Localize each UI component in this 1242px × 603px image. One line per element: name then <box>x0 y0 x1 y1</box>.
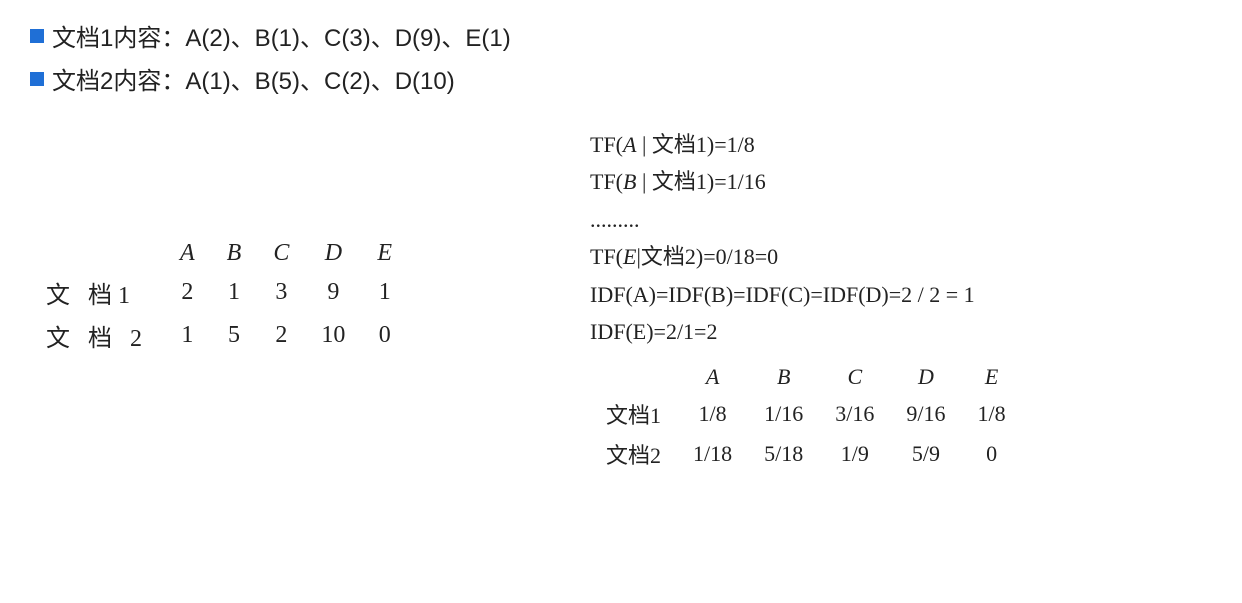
table-row: 文档1 1/8 1/16 3/16 9/16 1/8 <box>590 394 1022 434</box>
col-header: A <box>164 236 211 271</box>
value: 0/18=0 <box>716 244 779 269</box>
value: 1/16 <box>727 169 766 194</box>
col-header: E <box>962 360 1022 394</box>
cell: 10 <box>305 314 361 357</box>
row-label: 文档1 <box>590 394 677 434</box>
col-header: C <box>819 360 890 394</box>
cell: 9/16 <box>890 394 961 434</box>
row-label: 文 档1 <box>30 271 164 314</box>
square-bullet-icon <box>30 29 44 43</box>
bullet-line-doc1: 文档1内容：A(2)、B(1)、C(3)、D(9)、E(1) <box>30 18 1212 53</box>
bullet-line-doc2: 文档2内容：A(1)、B(5)、C(2)、D(10) <box>30 61 1212 96</box>
var-A: A <box>623 132 636 157</box>
cell: 1/8 <box>962 394 1022 434</box>
text: TF( <box>590 169 623 194</box>
cell: 1/18 <box>677 434 748 474</box>
col-header: D <box>890 360 961 394</box>
cell: 9 <box>305 271 361 314</box>
cell: 0 <box>361 314 408 357</box>
cell: 1 <box>164 314 211 357</box>
cell: 1 <box>211 271 258 314</box>
cell: 1/16 <box>748 394 819 434</box>
cell: 0 <box>962 434 1022 474</box>
var-E: E <box>623 244 636 269</box>
ellipsis: ......... <box>590 201 1212 238</box>
tfidf-table: A B C D E 文档1 1/8 1/16 3/16 9/16 1/8 文档2… <box>590 360 1022 474</box>
cell: 3/16 <box>819 394 890 434</box>
cell: 1/8 <box>677 394 748 434</box>
doc2-label: 文档2 <box>641 244 696 269</box>
square-bullet-icon <box>30 72 44 86</box>
text: )= <box>707 132 727 157</box>
doc1-label: 文档1 <box>652 169 707 194</box>
text: )= <box>696 244 716 269</box>
row-label: 文档2 <box>590 434 677 474</box>
right-column: TF(A | 文档1)=1/8 TF(B | 文档1)=1/16 .......… <box>550 126 1212 474</box>
text: TF( <box>590 244 623 269</box>
left-column: A B C D E 文 档1 2 1 3 9 1 文 档 2 1 5 2 10 … <box>30 126 550 474</box>
col-header: B <box>748 360 819 394</box>
idf-abcd: IDF(A)=IDF(B)=IDF(C)=IDF(D)=2 / 2 = 1 <box>590 276 1212 313</box>
col-header: C <box>257 236 305 271</box>
table-row: 文档2 1/18 5/18 1/9 5/9 0 <box>590 434 1022 474</box>
main-content: A B C D E 文 档1 2 1 3 9 1 文 档 2 1 5 2 10 … <box>30 126 1212 474</box>
cell: 2 <box>164 271 211 314</box>
col-header: B <box>211 236 258 271</box>
table-row: 文 档 2 1 5 2 10 0 <box>30 314 408 357</box>
doc2-content-text: 文档2内容：A(1)、B(5)、C(2)、D(10) <box>52 61 455 96</box>
tf-e-doc2: TF(E|文档2)=0/18=0 <box>590 238 1212 275</box>
table-row: A B C D E <box>590 360 1022 394</box>
cell: 2 <box>257 314 305 357</box>
var-B: B <box>623 169 636 194</box>
row-label: 文 档 2 <box>30 314 164 357</box>
col-header: E <box>361 236 408 271</box>
table-row: A B C D E <box>30 236 408 271</box>
cell: 3 <box>257 271 305 314</box>
col-header: A <box>677 360 748 394</box>
count-table: A B C D E 文 档1 2 1 3 9 1 文 档 2 1 5 2 10 … <box>30 236 408 357</box>
idf-e: IDF(E)=2/1=2 <box>590 313 1212 350</box>
value: 1/8 <box>727 132 755 157</box>
cell: 1/9 <box>819 434 890 474</box>
doc1-content-text: 文档1内容：A(2)、B(1)、C(3)、D(9)、E(1) <box>52 18 511 53</box>
doc1-label: 文档1 <box>652 132 707 157</box>
cell: 1 <box>361 271 408 314</box>
text: )= <box>707 169 727 194</box>
col-header: D <box>305 236 361 271</box>
cell: 5/18 <box>748 434 819 474</box>
text: TF( <box>590 132 623 157</box>
table-row: 文 档1 2 1 3 9 1 <box>30 271 408 314</box>
cell: 5 <box>211 314 258 357</box>
tf-b-doc1: TF(B | 文档1)=1/16 <box>590 163 1212 200</box>
cell: 5/9 <box>890 434 961 474</box>
tf-a-doc1: TF(A | 文档1)=1/8 <box>590 126 1212 163</box>
